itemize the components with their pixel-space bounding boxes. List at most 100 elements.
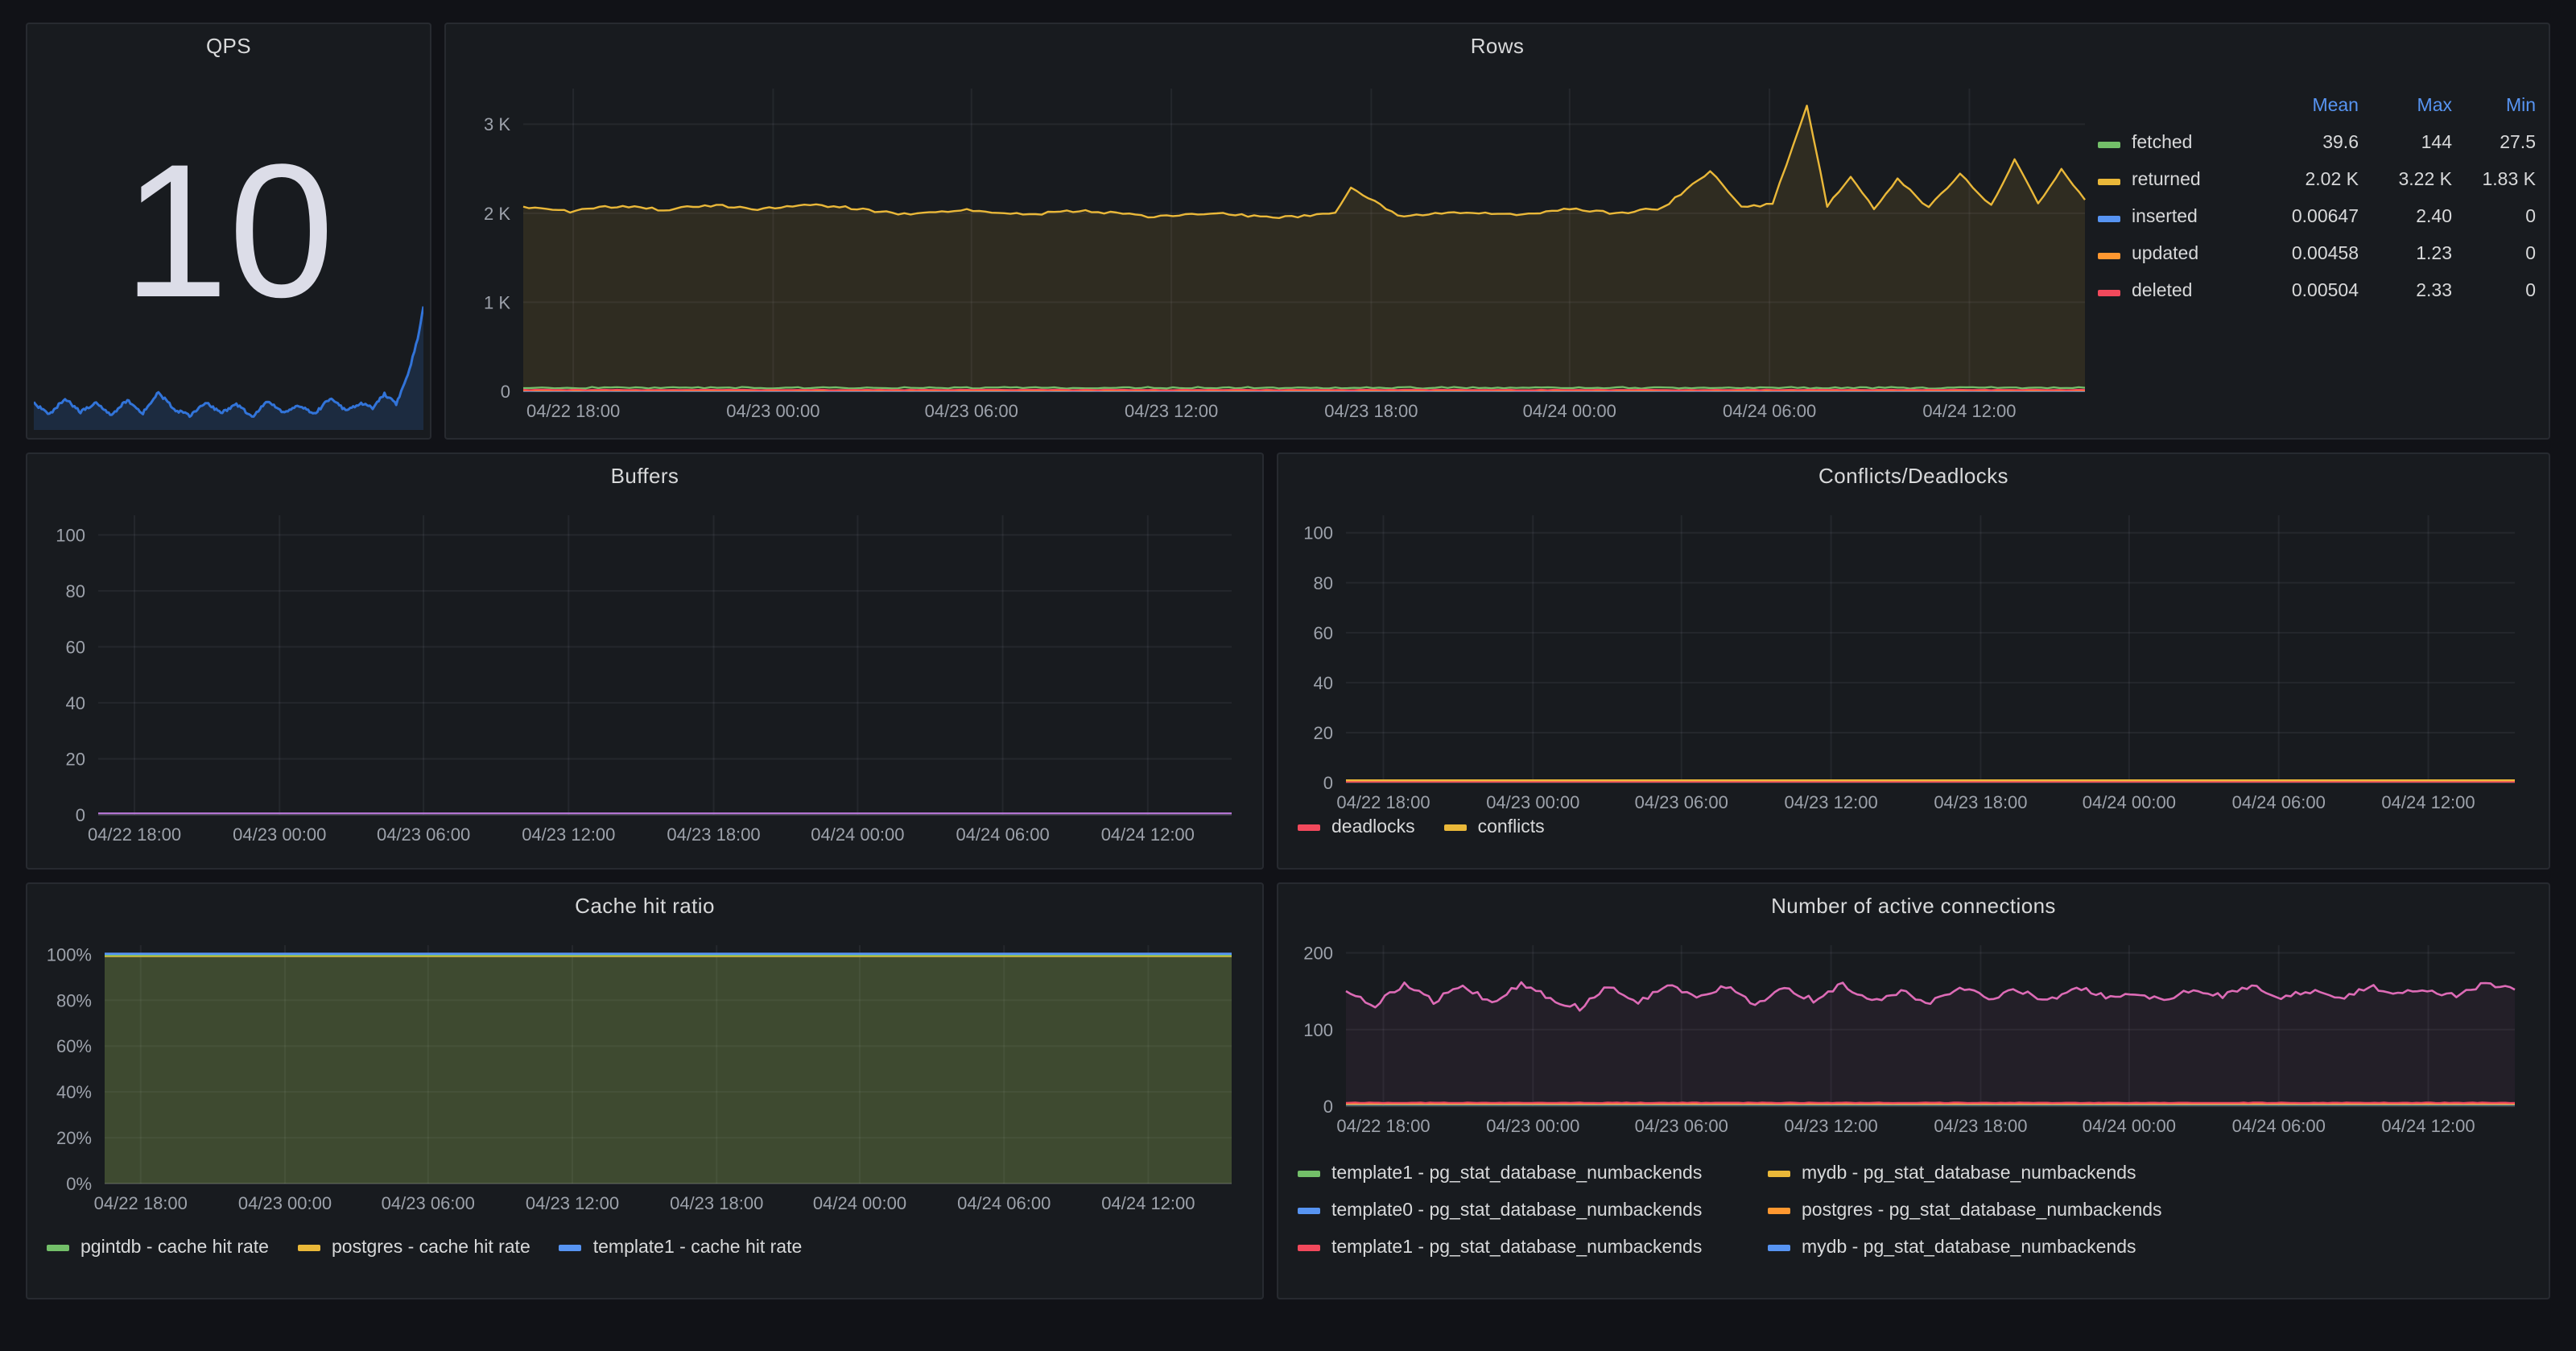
- svg-text:3 K: 3 K: [484, 114, 510, 134]
- panel-title-cache[interactable]: Cache hit ratio: [27, 894, 1262, 918]
- legend-item-mydb-numbackends-2[interactable]: mydb - pg_stat_database_numbackends: [1768, 1237, 2162, 1257]
- legend-item-postgres-numbackends[interactable]: postgres - pg_stat_database_numbackends: [1768, 1200, 2162, 1220]
- svg-text:60: 60: [66, 637, 85, 657]
- updated-mean: 0.00458: [2259, 237, 2359, 274]
- panel-title-rows[interactable]: Rows: [446, 34, 2549, 58]
- svg-text:04/24 12:00: 04/24 12:00: [1101, 1193, 1195, 1213]
- legend-item-postgres-cache[interactable]: postgres - cache hit rate: [298, 1238, 530, 1258]
- svg-text:04/24 12:00: 04/24 12:00: [1101, 824, 1195, 845]
- svg-text:04/23 06:00: 04/23 06:00: [377, 824, 470, 845]
- legend-header-min[interactable]: Min: [2452, 89, 2536, 126]
- panel-title-buffers[interactable]: Buffers: [27, 464, 1262, 488]
- rows-legend-table: Mean Max Min fetched 39.6 144 27.5 retur…: [2098, 89, 2536, 311]
- svg-text:04/23 18:00: 04/23 18:00: [1324, 401, 1418, 421]
- qps-sparkline-chart[interactable]: [34, 300, 423, 432]
- svg-text:04/23 06:00: 04/23 06:00: [1635, 1116, 1728, 1136]
- series-name: template1 - pg_stat_database_numbackends: [1331, 1163, 1702, 1183]
- series-swatch-updated: [2098, 252, 2120, 258]
- svg-text:04/22 18:00: 04/22 18:00: [1336, 792, 1430, 812]
- svg-text:04/24 00:00: 04/24 00:00: [2083, 1116, 2176, 1136]
- svg-text:0: 0: [1323, 1097, 1333, 1117]
- connections-legend: template1 - pg_stat_database_numbackends…: [1298, 1155, 2162, 1266]
- inserted-mean: 0.00647: [2259, 200, 2359, 237]
- svg-text:04/24 00:00: 04/24 00:00: [811, 824, 904, 845]
- fetched-max: 144: [2359, 126, 2452, 163]
- legend-item-returned[interactable]: returned: [2098, 163, 2259, 200]
- panel-title-connections[interactable]: Number of active connections: [1278, 894, 2549, 918]
- svg-text:04/22 18:00: 04/22 18:00: [94, 1193, 188, 1213]
- legend-item-template1-numbackends-2[interactable]: template1 - pg_stat_database_numbackends: [1298, 1237, 1768, 1257]
- legend-header-mean[interactable]: Mean: [2259, 89, 2359, 126]
- legend-item-deadlocks[interactable]: deadlocks: [1298, 818, 1415, 837]
- series-name: mydb - pg_stat_database_numbackends: [1802, 1237, 2136, 1257]
- svg-text:20%: 20%: [56, 1128, 92, 1148]
- svg-text:04/22 18:00: 04/22 18:00: [88, 824, 181, 845]
- series-name: fetched: [2132, 126, 2192, 163]
- svg-text:04/24 00:00: 04/24 00:00: [2083, 792, 2176, 812]
- svg-text:04/24 12:00: 04/24 12:00: [1922, 401, 2016, 421]
- deleted-max: 2.33: [2359, 274, 2452, 311]
- buffers-chart[interactable]: 04/22 18:0004/23 00:0004/23 06:0004/23 1…: [40, 509, 1248, 860]
- svg-text:0%: 0%: [66, 1174, 92, 1194]
- svg-text:04/23 00:00: 04/23 00:00: [1486, 792, 1579, 812]
- series-name: postgres - cache hit rate: [332, 1238, 530, 1258]
- deleted-mean: 0.00504: [2259, 274, 2359, 311]
- returned-mean: 2.02 K: [2259, 163, 2359, 200]
- svg-text:04/23 12:00: 04/23 12:00: [526, 1193, 619, 1213]
- svg-text:60%: 60%: [56, 1036, 92, 1056]
- legend-header-max[interactable]: Max: [2359, 89, 2452, 126]
- legend-item-pgintdb-cache[interactable]: pgintdb - cache hit rate: [47, 1238, 269, 1258]
- legend-item-conflicts[interactable]: conflicts: [1444, 818, 1545, 837]
- svg-text:04/24 06:00: 04/24 06:00: [957, 1193, 1051, 1213]
- qps-stat-value: 10: [27, 137, 430, 327]
- series-swatch-inserted: [2098, 215, 2120, 221]
- fetched-min: 27.5: [2452, 126, 2536, 163]
- panel-buffers: Buffers 04/22 18:0004/23 00:0004/23 06:0…: [26, 452, 1264, 870]
- connections-chart[interactable]: 04/22 18:0004/23 00:0004/23 06:0004/23 1…: [1291, 939, 2534, 1148]
- panel-title-qps[interactable]: QPS: [27, 34, 430, 58]
- updated-min: 0: [2452, 237, 2536, 274]
- inserted-max: 2.40: [2359, 200, 2452, 237]
- rows-chart[interactable]: 04/22 18:0004/23 00:0004/23 06:0004/23 1…: [459, 79, 2095, 436]
- inserted-min: 0: [2452, 200, 2536, 237]
- grafana-dashboard: QPS 10 Rows 04/22 18:0004/23 00:0004/23 …: [0, 0, 2576, 1351]
- series-name: conflicts: [1478, 818, 1545, 837]
- svg-text:40: 40: [1314, 673, 1333, 693]
- conflicts-chart[interactable]: 04/22 18:0004/23 00:0004/23 06:0004/23 1…: [1291, 509, 2534, 824]
- svg-text:04/24 06:00: 04/24 06:00: [956, 824, 1049, 845]
- svg-text:80%: 80%: [56, 990, 92, 1010]
- series-swatch-returned: [2098, 178, 2120, 184]
- series-name: template0 - pg_stat_database_numbackends: [1331, 1200, 1702, 1220]
- legend-item-mydb-numbackends[interactable]: mydb - pg_stat_database_numbackends: [1768, 1163, 2162, 1183]
- legend-item-deleted[interactable]: deleted: [2098, 274, 2259, 311]
- panel-title-conflicts[interactable]: Conflicts/Deadlocks: [1278, 464, 2549, 488]
- series-swatch: [1768, 1244, 1790, 1250]
- svg-text:100: 100: [1303, 1020, 1333, 1040]
- svg-text:04/22 18:00: 04/22 18:00: [1336, 1116, 1430, 1136]
- legend-item-template1-numbackends[interactable]: template1 - pg_stat_database_numbackends: [1298, 1163, 1768, 1183]
- series-swatch: [1768, 1207, 1790, 1213]
- conflicts-legend: deadlocks conflicts: [1298, 818, 1545, 837]
- svg-text:100%: 100%: [47, 944, 92, 965]
- svg-text:04/23 18:00: 04/23 18:00: [670, 1193, 763, 1213]
- legend-item-inserted[interactable]: inserted: [2098, 200, 2259, 237]
- svg-text:04/23 12:00: 04/23 12:00: [1784, 792, 1877, 812]
- svg-text:04/24 12:00: 04/24 12:00: [2381, 792, 2475, 812]
- svg-text:04/22 18:00: 04/22 18:00: [526, 401, 620, 421]
- panel-rows: Rows 04/22 18:0004/23 00:0004/23 06:0004…: [444, 23, 2550, 440]
- legend-item-template1-cache[interactable]: template1 - cache hit rate: [559, 1238, 803, 1258]
- legend-item-updated[interactable]: updated: [2098, 237, 2259, 274]
- svg-text:04/23 12:00: 04/23 12:00: [1125, 401, 1218, 421]
- legend-corner: [2098, 89, 2259, 126]
- series-swatch-deleted: [2098, 289, 2120, 295]
- legend-item-fetched[interactable]: fetched: [2098, 126, 2259, 163]
- panel-active-connections: Number of active connections 04/22 18:00…: [1277, 882, 2550, 1299]
- series-swatch: [1298, 1207, 1320, 1213]
- cache-hit-ratio-chart[interactable]: 04/22 18:0004/23 00:0004/23 06:0004/23 1…: [40, 939, 1248, 1225]
- series-name: pgintdb - cache hit rate: [80, 1238, 269, 1258]
- returned-max: 3.22 K: [2359, 163, 2452, 200]
- svg-text:04/24 06:00: 04/24 06:00: [2232, 1116, 2326, 1136]
- legend-item-template0-numbackends[interactable]: template0 - pg_stat_database_numbackends: [1298, 1200, 1768, 1220]
- series-swatch-conflicts: [1444, 824, 1467, 831]
- svg-text:04/24 06:00: 04/24 06:00: [2232, 792, 2326, 812]
